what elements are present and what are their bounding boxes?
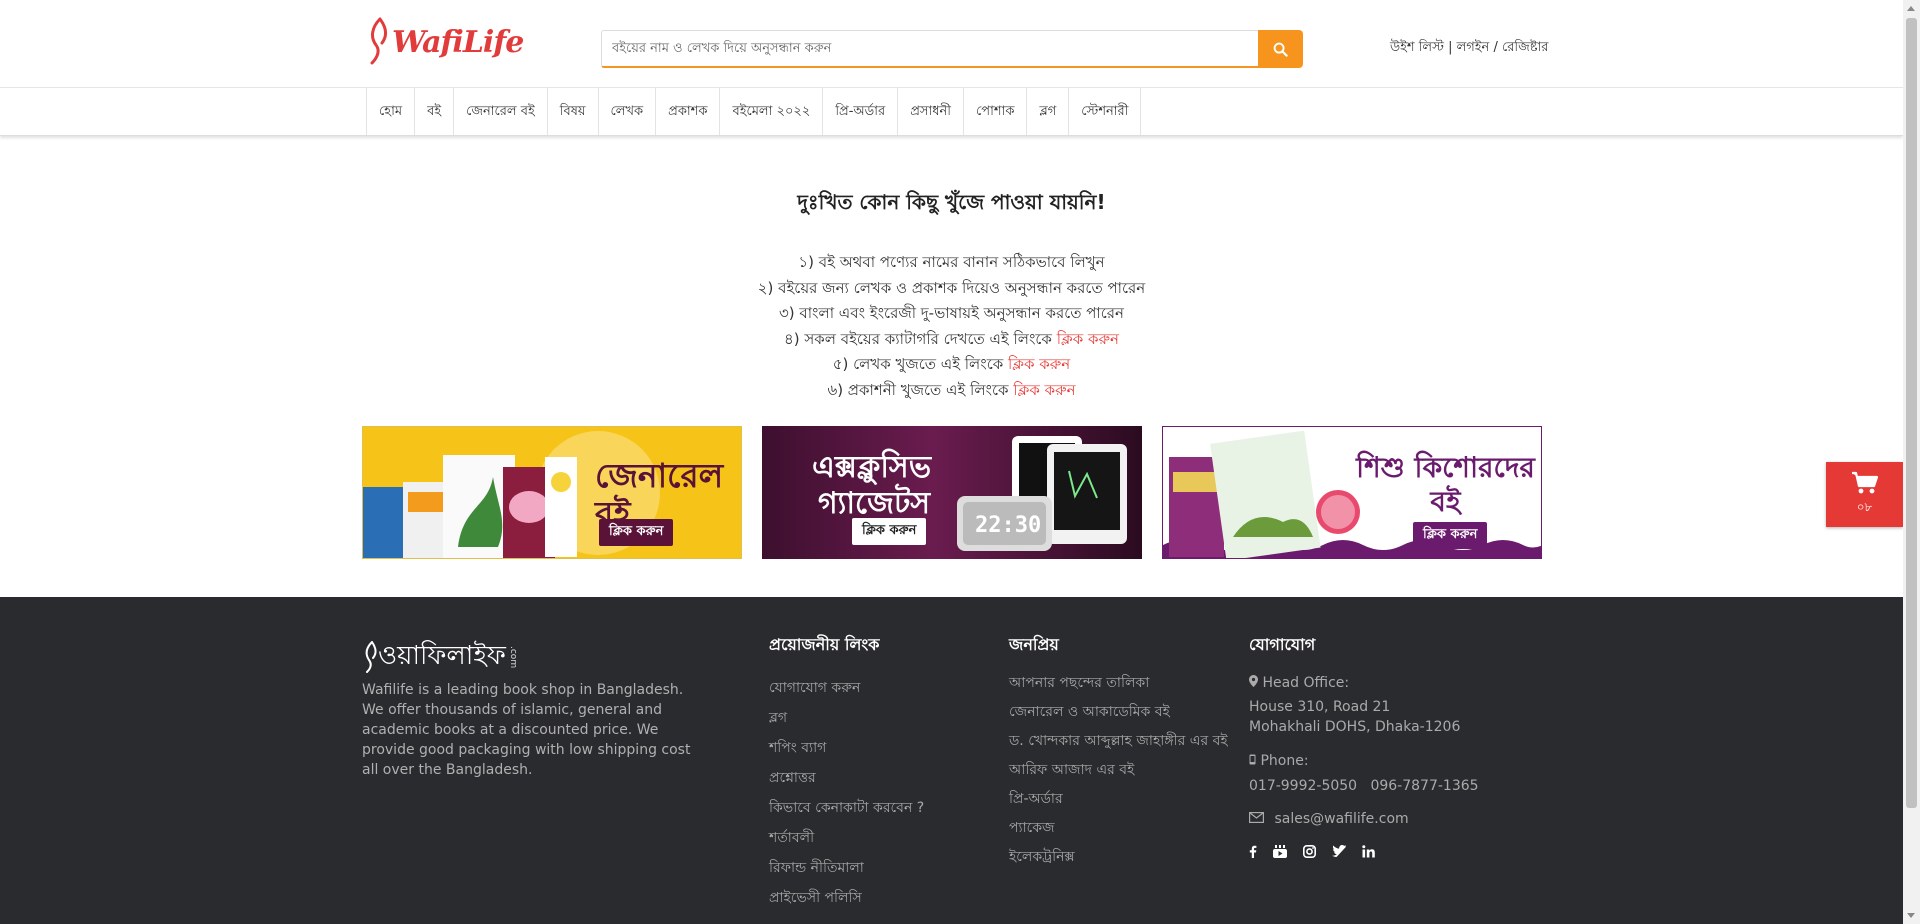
footer-logo[interactable]: ওয়াফিলাইফ .com	[364, 635, 518, 679]
nav-item-cosmetics[interactable]: প্রসাধনী	[898, 88, 965, 135]
scroll-down-arrow[interactable]	[1907, 913, 1915, 918]
author-link[interactable]: ক্লিক করুন	[1008, 355, 1070, 373]
footer-link-blog[interactable]: ব্লগ	[769, 703, 924, 733]
twitter-icon[interactable]	[1332, 845, 1346, 858]
search-icon	[1273, 42, 1288, 57]
search-button[interactable]	[1258, 30, 1303, 68]
publisher-link[interactable]: ক্লিক করুন	[1013, 381, 1075, 399]
general-books-banner[interactable]: জেনারেল বই ক্লিক করুন	[362, 426, 742, 559]
footer-logo-leaf-icon	[365, 641, 377, 673]
tip-5: ৫) লেখক খুজতে এই লিংকে ক্লিক করুন	[832, 355, 1071, 374]
footer-link-contact[interactable]: যোগাযোগ করুন	[769, 673, 924, 703]
phone-label: Phone:	[1260, 753, 1309, 769]
search-bar	[601, 30, 1303, 68]
scrollbar-thumb[interactable]	[1906, 18, 1917, 808]
nav-item-authors[interactable]: লেখক	[599, 88, 657, 135]
floating-cart-button[interactable]: ০৮	[1826, 462, 1903, 527]
head-office-label: Head Office:	[1262, 675, 1350, 691]
gadgets-clock: 22:30	[975, 513, 1042, 538]
tip-2: ২) বইয়ের জন্য লেখক ও প্রকাশক দিয়েও অনু…	[757, 278, 1146, 297]
nav-item-clothing[interactable]: পোশাক	[964, 88, 1028, 135]
envelope-icon	[1249, 812, 1265, 824]
logo-leaf-icon	[370, 17, 388, 65]
popular-link-package[interactable]: প্যাকেজ	[1009, 818, 1229, 838]
facebook-icon[interactable]	[1249, 845, 1257, 858]
page-scrollbar[interactable]	[1903, 0, 1920, 924]
not-found-heading: দুঃখিত কোন কিছু খুঁজে পাওয়া যায়নি!	[797, 190, 1106, 214]
popular-link-general-academic[interactable]: জেনারেল ও আকাডেমিক বই	[1009, 702, 1229, 722]
nav-item-publishers[interactable]: প্রকাশক	[656, 88, 721, 135]
tip-4: ৪) সকল বইয়ের ক্যাটাগরি দেখতে এই লিংকে ক…	[784, 329, 1119, 348]
login-link[interactable]: লগইন	[1457, 40, 1490, 55]
nav-item-blog[interactable]: ব্লগ	[1027, 88, 1070, 135]
footer-link-privacy-policy[interactable]: প্রাইভেসী পলিসি	[769, 883, 924, 913]
general-books-cta[interactable]: ক্লিক করুন	[599, 519, 674, 546]
tip-1: ১) বই অথবা পণ্যের নামের বানান সঠিকভাবে ল…	[798, 253, 1105, 271]
cart-icon	[1851, 471, 1878, 493]
map-marker-icon	[1249, 675, 1258, 687]
exclusive-gadgets-banner[interactable]: এক্সক্লুসিভ গ্যাজেটস ক্লিক করুন 22:30	[762, 426, 1142, 559]
mobile-phone-icon	[1249, 754, 1256, 765]
nav-item-stationery[interactable]: স্টেশনারী	[1069, 88, 1142, 135]
search-input[interactable]	[601, 30, 1258, 68]
footer-link-terms[interactable]: শর্তাবলী	[769, 823, 924, 853]
main-nav: হোম বই জেনারেল বই বিষয় লেখক প্রকাশক বইম…	[0, 87, 1903, 136]
footer-contact-heading: যোগাযোগ	[1249, 635, 1316, 654]
phone-number-2[interactable]: 096-7877-1365	[1370, 778, 1478, 794]
nav-item-books[interactable]: বই	[415, 88, 455, 135]
nav-item-pre-order[interactable]: প্রি-অর্ডার	[823, 88, 899, 135]
social-links	[1249, 845, 1509, 858]
nav-item-general-books[interactable]: জেনারেল বই	[454, 88, 548, 135]
youtube-icon[interactable]	[1273, 845, 1287, 858]
nav-item-home[interactable]: হোম	[367, 88, 416, 135]
site-logo[interactable]: WafiLife	[368, 14, 524, 70]
instagram-icon[interactable]	[1303, 845, 1316, 858]
email-link[interactable]: sales@wafilife.com	[1274, 811, 1408, 827]
popular-link-arif-azad[interactable]: আরিফ আজাদ এর বই	[1009, 760, 1229, 780]
register-link[interactable]: রেজিষ্টার	[1502, 40, 1549, 55]
footer-useful-links: প্রয়োজনীয় লিংক যোগাযোগ করুন ব্লগ শপিং …	[769, 632, 924, 913]
footer-about-text: Wafilife is a leading book shop in Bangl…	[362, 682, 691, 778]
scroll-up-arrow[interactable]	[1907, 6, 1915, 11]
wishlist-link[interactable]: উইশ লিস্ট	[1390, 40, 1444, 55]
nav-item-subjects[interactable]: বিষয়	[548, 88, 599, 135]
nav-item-book-fair[interactable]: বইমেলা ২০২২	[720, 88, 824, 135]
gadgets-image	[957, 436, 1127, 551]
category-link[interactable]: ক্লিক করুন	[1057, 330, 1119, 348]
gadgets-cta[interactable]: ক্লিক করুন	[852, 518, 927, 545]
address-line-2: Mohakhali DOHS, Dhaka-1206	[1249, 719, 1461, 735]
gadgets-title: এক্সক্লুসিভ গ্যাজেটস	[812, 450, 932, 521]
site-header: WafiLife উইশ লিস্ট | লগইন / রেজিষ্টার	[0, 0, 1903, 88]
footer-link-faq[interactable]: প্রশ্নোত্তর	[769, 763, 924, 793]
account-links: উইশ লিস্ট | লগইন / রেজিষ্টার	[1390, 40, 1549, 55]
search-tips: ১) বই অথবা পণ্যের নামের বানান সঠিকভাবে ল…	[0, 250, 1903, 404]
footer-link-shopping-bag[interactable]: শপিং ব্যাগ	[769, 733, 924, 763]
footer-contact: যোগাযোগ Head Office: House 310, Road 21 …	[1249, 632, 1509, 858]
cart-count: ০৮	[1856, 499, 1873, 514]
popular-link-author-jahangir[interactable]: ড. খোন্দকার আব্দুল্লাহ জাহাঙ্গীর এর বই	[1009, 731, 1229, 751]
popular-link-electronics[interactable]: ইলেকট্রনিক্স	[1009, 847, 1229, 867]
footer-popular-links: জনপ্রিয় আপনার পছন্দের তালিকা জেনারেল ও …	[1009, 632, 1229, 867]
tip-6: ৬) প্রকাশনী খুজতে এই লিংকে ক্লিক করুন	[827, 380, 1076, 399]
address-line-1: House 310, Road 21	[1249, 699, 1391, 715]
phone-number-1[interactable]: 017-9992-5050	[1249, 778, 1357, 794]
kids-books-cta[interactable]: ক্লিক করুন	[1413, 522, 1488, 549]
footer-popular-heading: জনপ্রিয়	[1009, 635, 1059, 654]
logo-text: WafiLife	[392, 24, 524, 60]
footer-links-heading: প্রয়োজনীয় লিংক	[769, 635, 880, 654]
footer-link-refund-policy[interactable]: রিফান্ড নীতিমালা	[769, 853, 924, 883]
kids-books-title: শিশু কিশোরদের বই	[1356, 451, 1535, 518]
linkedin-icon[interactable]	[1362, 845, 1375, 858]
kids-books-banner[interactable]: শিশু কিশোরদের বই ক্লিক করুন	[1162, 426, 1542, 559]
footer-link-how-to-buy[interactable]: কিভাবে কেনাকাটা করবেন ?	[769, 793, 924, 823]
popular-link-wishlist[interactable]: আপনার পছন্দের তালিকা	[1009, 673, 1229, 693]
popular-link-pre-order[interactable]: প্রি-অর্ডার	[1009, 789, 1229, 809]
tip-3: ৩) বাংলা এবং ইংরেজী দু-ভাষায়ই অনুসন্ধান…	[778, 304, 1125, 323]
site-footer: ওয়াফিলাইফ .com Wafilife is a leading bo…	[0, 597, 1903, 924]
